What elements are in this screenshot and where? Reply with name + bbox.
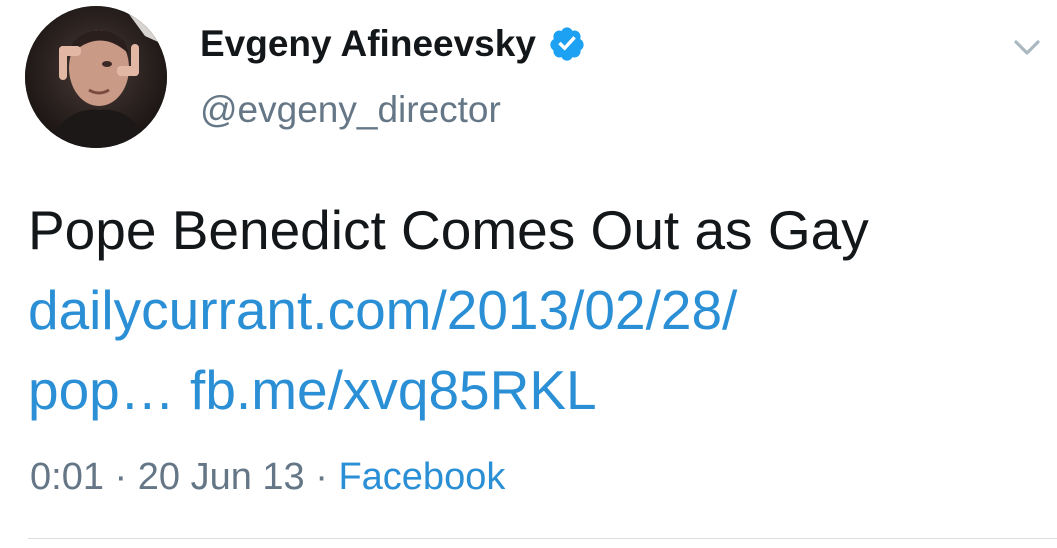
meta-separator: · — [114, 456, 128, 498]
tweet-date[interactable]: 20 Jun 13 — [138, 456, 305, 498]
article-link[interactable]: dailycurrant.com/2013/02/28/ — [28, 279, 737, 341]
tweet-text: Pope Benedict Comes Out as Gay — [28, 199, 869, 261]
divider — [28, 538, 1057, 539]
verified-badge-icon — [548, 25, 586, 63]
author-handle[interactable]: @evgeny_director — [200, 85, 501, 135]
tweet-meta: 0:01 · 20 Jun 13 · Facebook — [30, 450, 505, 504]
chevron-down-icon — [1014, 40, 1040, 55]
meta-separator: · — [315, 456, 328, 498]
facebook-short-link[interactable]: fb.me/xvq85RKL — [190, 359, 597, 421]
tweet-source-link[interactable]: Facebook — [338, 456, 505, 498]
display-name[interactable]: Evgeny Afineevsky — [200, 19, 536, 69]
author-name-row[interactable]: Evgeny Afineevsky — [200, 19, 586, 69]
tweet-time[interactable]: 0:01 — [30, 456, 104, 498]
tweet-body: Pope Benedict Comes Out as Gay dailycurr… — [28, 190, 1038, 430]
tweet-menu-button[interactable] — [1010, 30, 1044, 64]
tweet-card: Evgeny Afineevsky @evgeny_director Pope … — [0, 0, 1057, 548]
avatar-photo-icon — [25, 6, 167, 148]
article-link-continued[interactable]: pop… — [28, 359, 175, 421]
avatar[interactable] — [25, 6, 167, 148]
